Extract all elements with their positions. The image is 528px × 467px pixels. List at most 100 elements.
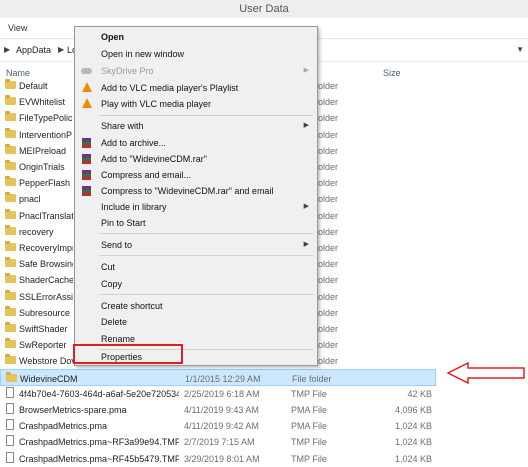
item-type-partial: older xyxy=(318,97,339,108)
menu-item-share-with[interactable]: Share with ▶ xyxy=(75,118,317,134)
item-type-partial: older xyxy=(318,226,339,237)
item-name: OriginTrials xyxy=(19,162,65,172)
submenu-arrow-icon: ▶ xyxy=(303,67,309,74)
item-name: Safe Browsing xyxy=(19,259,73,270)
winrar-icon xyxy=(82,186,91,196)
menu-separator xyxy=(99,115,313,116)
menu-item-copy[interactable]: Copy xyxy=(75,276,317,292)
item-type: TMP File xyxy=(291,437,327,448)
vlc-cone-icon xyxy=(82,82,92,92)
file-icon xyxy=(6,451,14,463)
item-name: Subresource F xyxy=(19,307,73,318)
item-type-partial: older xyxy=(318,178,339,189)
folder-icon xyxy=(5,208,16,219)
red-arrow-annotation xyxy=(446,362,525,384)
item-type: File folder xyxy=(292,373,332,384)
folder-icon xyxy=(5,79,16,89)
menu-item-pin-start[interactable]: Pin to Start xyxy=(75,215,317,231)
item-type-partial: older xyxy=(318,324,339,334)
item-type-partial: older xyxy=(318,356,339,367)
item-name: PepperFlash xyxy=(19,178,71,189)
list-item[interactable]: BrowserMetrics-spare.pma 4/11/2019 9:43 A… xyxy=(0,401,432,418)
item-name: SSLErrorAssist xyxy=(19,291,73,302)
list-item[interactable]: 4f4b70e4-7603-464d-a6af-5e20e720534c.t..… xyxy=(0,385,432,402)
item-name: FileTypePolici xyxy=(19,113,73,124)
item-name: RecoveryImpr xyxy=(19,243,73,253)
item-name: InterventionP xyxy=(19,129,73,140)
menu-item-open[interactable]: Open xyxy=(75,29,317,45)
chevron-down-icon[interactable]: ▼ xyxy=(516,45,524,54)
item-size: 1,024 KB xyxy=(394,437,432,448)
item-type-partial: older xyxy=(318,307,339,318)
menu-item-compress-rar-email[interactable]: Compress to "WidevineCDM.rar" and email xyxy=(75,183,317,199)
breadcrumb-appdata[interactable]: AppData xyxy=(16,45,51,55)
menu-item-skydrive-pro[interactable]: SkyDrive Pro ▶ xyxy=(75,63,317,79)
menu-item-send-to[interactable]: Send to ▶ xyxy=(75,237,317,253)
cloud-icon xyxy=(81,68,92,74)
winrar-icon xyxy=(82,170,91,180)
menu-item-compress-email[interactable]: Compress and email... xyxy=(75,167,317,183)
item-type-partial: older xyxy=(318,340,339,351)
list-item-selected[interactable]: WidevineCDM 1/1/2015 12:29 AM File folder xyxy=(0,368,436,386)
item-type-partial: older xyxy=(318,162,339,172)
file-icon xyxy=(6,386,14,398)
list-item[interactable]: CrashpadMetrics.pma 4/11/2019 9:42 AM PMA … xyxy=(0,417,432,434)
item-name: WidevineCDM xyxy=(20,373,78,384)
item-type: PMA File xyxy=(291,421,328,432)
item-date: 1/1/2015 12:29 AM xyxy=(185,373,261,384)
item-date: 4/11/2019 9:42 AM xyxy=(184,421,259,432)
item-name: Webstore Dov xyxy=(19,356,73,367)
item-name: PnaclTranslati xyxy=(19,210,73,221)
submenu-arrow-icon: ▶ xyxy=(303,241,309,248)
menu-item-add-rar[interactable]: Add to "WidevineCDM.rar" xyxy=(75,151,317,167)
item-type-partial: older xyxy=(318,129,339,140)
folder-icon xyxy=(5,257,16,268)
item-type-partial: older xyxy=(318,113,339,124)
item-date: 4/11/2019 9:43 AM xyxy=(184,405,259,415)
chevron-right-icon: ▶ xyxy=(4,45,11,54)
folder-icon xyxy=(5,354,16,365)
item-name: CrashpadMetrics.pma~RF3a99e94.TMP xyxy=(19,437,179,448)
item-type: PMA File xyxy=(291,405,328,415)
context-menu: Open Open in new window SkyDrive Pro ▶ Ad… xyxy=(74,26,318,366)
item-name: Default xyxy=(19,81,48,91)
list-item[interactable]: CrashpadMetrics.pma~RF45b5479.TMP 3/29/20… xyxy=(0,450,432,467)
folder-icon xyxy=(6,371,17,382)
file-icon xyxy=(6,419,14,431)
menu-item-vlc-playlist[interactable]: Add to VLC media player's Playlist xyxy=(75,80,317,96)
item-name: CrashpadMetrics.pma xyxy=(19,421,108,432)
item-date: 2/25/2019 6:18 AM xyxy=(184,388,260,399)
menu-item-open-new-window[interactable]: Open in new window xyxy=(75,46,317,62)
item-type-partial: older xyxy=(318,210,339,221)
winrar-icon xyxy=(82,138,91,148)
submenu-arrow-icon: ▶ xyxy=(303,122,309,129)
folder-icon xyxy=(5,95,16,106)
file-icon xyxy=(6,403,14,414)
list-item[interactable]: CrashpadMetrics.pma~RF3a99e94.TMP 2/7/201… xyxy=(0,433,432,450)
item-type-partial: older xyxy=(318,243,339,253)
item-type: TMP File xyxy=(291,388,327,399)
menu-item-vlc-play[interactable]: Play with VLC media player xyxy=(75,96,317,112)
menu-item-delete[interactable]: Delete xyxy=(75,314,317,330)
folder-icon xyxy=(5,127,16,138)
item-size: 4,096 KB xyxy=(394,405,432,415)
menu-item-cut[interactable]: Cut xyxy=(75,259,317,275)
item-type-partial: older xyxy=(318,194,339,205)
item-name: SwiftShader xyxy=(19,324,68,334)
folder-icon xyxy=(5,289,16,300)
menu-item-create-shortcut[interactable]: Create shortcut xyxy=(75,298,317,314)
folder-icon xyxy=(5,224,16,235)
item-size: 42 KB xyxy=(407,388,432,399)
item-type-partial: older xyxy=(318,81,339,91)
tab-view[interactable]: View xyxy=(8,23,27,33)
menu-item-add-archive[interactable]: Add to archive... xyxy=(75,135,317,151)
file-icon xyxy=(6,435,14,447)
menu-item-include-library[interactable]: Include in library ▶ xyxy=(75,199,317,215)
folder-icon xyxy=(5,111,16,122)
folder-icon xyxy=(5,176,16,187)
item-name: SwReporter xyxy=(19,340,67,351)
chevron-right-icon[interactable]: ▶ xyxy=(58,45,64,54)
item-date: 2/7/2019 7:15 AM xyxy=(184,437,255,448)
folder-icon xyxy=(5,338,16,349)
item-type-partial: older xyxy=(318,291,339,302)
